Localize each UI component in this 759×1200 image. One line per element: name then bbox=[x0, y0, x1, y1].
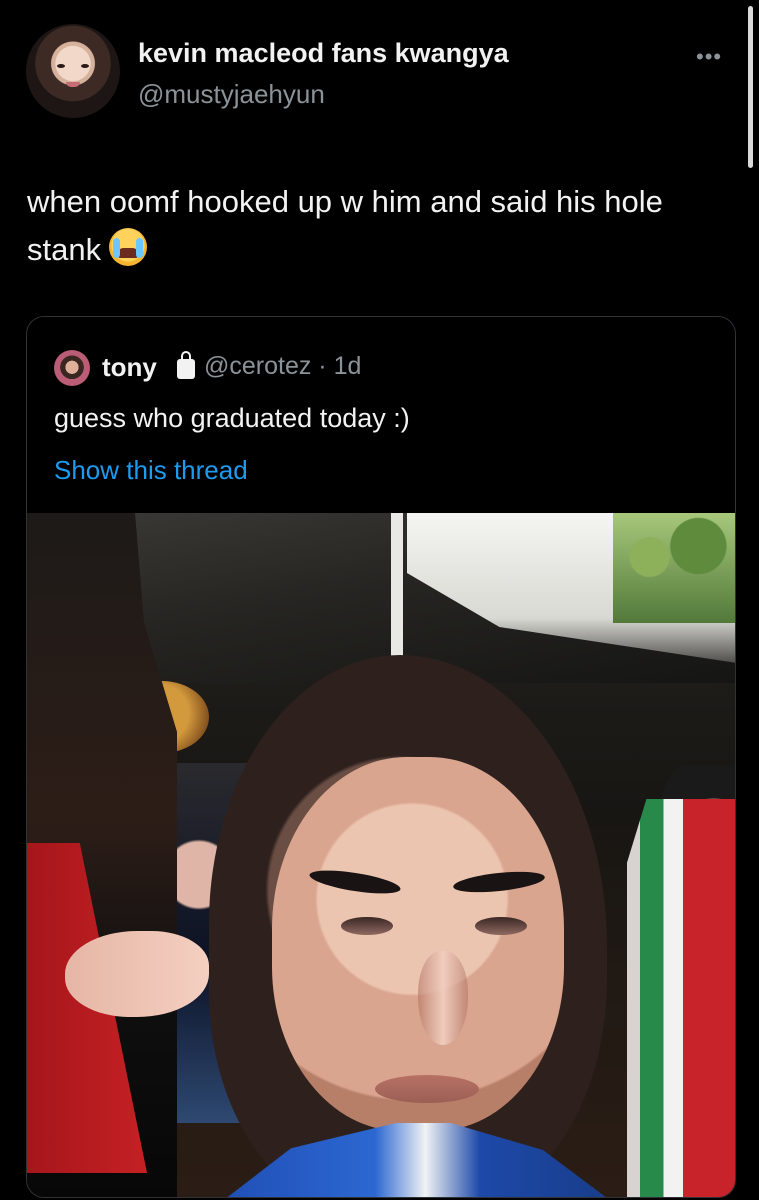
lock-icon bbox=[177, 351, 195, 379]
post-text: when oomf hooked up w him and said his h… bbox=[27, 178, 717, 274]
quoted-post-header: tony @cerotez · 1d bbox=[54, 350, 704, 386]
quoted-author-avatar[interactable] bbox=[54, 350, 90, 386]
graduation-selfie-photo[interactable] bbox=[27, 513, 735, 1197]
quoted-author-handle-time[interactable]: @cerotez · 1d bbox=[204, 352, 361, 381]
author-handle[interactable]: @mustyjaehyun bbox=[138, 79, 325, 110]
author-display-name[interactable]: kevin macleod fans kwangya bbox=[138, 38, 509, 69]
raised-hand bbox=[65, 931, 209, 1017]
quoted-post-text: guess who graduated today :) bbox=[54, 403, 410, 433]
tree-foliage bbox=[613, 513, 735, 623]
right-eye bbox=[475, 917, 527, 935]
loudly-crying-face-icon bbox=[109, 228, 148, 266]
left-eye bbox=[341, 917, 393, 935]
show-thread-link[interactable]: Show this thread bbox=[54, 455, 248, 486]
more-options-icon[interactable]: ••• bbox=[696, 44, 722, 70]
right-person-stole bbox=[627, 799, 735, 1197]
author-avatar[interactable] bbox=[26, 24, 120, 118]
scrollbar[interactable] bbox=[748, 6, 753, 168]
nose bbox=[418, 951, 468, 1045]
quoted-post-card[interactable]: tony @cerotez · 1d guess who graduated t… bbox=[26, 316, 736, 1198]
mouth bbox=[375, 1075, 479, 1103]
post-header: kevin macleod fans kwangya @mustyjaehyun… bbox=[26, 24, 726, 120]
quoted-author-display-name[interactable]: tony bbox=[102, 352, 157, 383]
tent-pole bbox=[391, 513, 403, 658]
